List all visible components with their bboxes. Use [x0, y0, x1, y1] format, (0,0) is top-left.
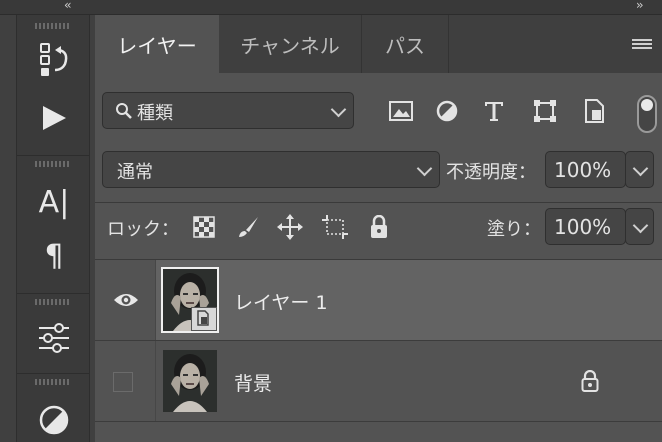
visibility-toggle[interactable]: [95, 260, 156, 340]
lock-artboard-icon[interactable]: [322, 214, 348, 240]
type-filter-icon[interactable]: [481, 98, 507, 124]
rail-divider: [17, 293, 89, 294]
tab-layers[interactable]: レイヤー: [95, 15, 219, 73]
fill-label: 塗り：: [487, 219, 541, 240]
chevron-down-icon: [632, 160, 649, 177]
row-divider: [95, 421, 662, 422]
tool-rail: A| ¶: [16, 15, 90, 442]
layer-row[interactable]: レイヤー 1: [95, 260, 662, 340]
panel-menu-icon[interactable]: [632, 39, 652, 51]
rail-grip[interactable]: [35, 379, 71, 385]
layer-thumbnail[interactable]: [161, 267, 219, 333]
fill-input[interactable]: 100%: [545, 208, 626, 245]
lock-transparent-icon[interactable]: [191, 214, 217, 240]
layer-name[interactable]: 背景: [234, 369, 272, 396]
filter-kind-label: 種類: [137, 103, 173, 124]
rail-divider: [17, 373, 89, 374]
visibility-checkbox[interactable]: [113, 372, 133, 392]
shape-filter-icon[interactable]: [532, 98, 558, 124]
rail-grip[interactable]: [35, 23, 71, 29]
tab-channels[interactable]: チャンネル: [219, 15, 362, 73]
layer-lock-icon[interactable]: [581, 370, 599, 392]
opacity-input[interactable]: 100%: [545, 151, 626, 188]
chevron-down-icon: [330, 101, 347, 118]
opacity-label: 不透明度：: [446, 162, 536, 183]
blend-mode-dropdown[interactable]: 通常: [102, 151, 440, 188]
filter-toggle[interactable]: [637, 95, 657, 133]
character-icon[interactable]: A|: [35, 183, 73, 221]
lock-image-icon[interactable]: [235, 214, 261, 240]
paragraph-icon[interactable]: ¶: [35, 237, 73, 275]
chevron-down-icon: [416, 160, 433, 177]
eye-icon: [114, 294, 138, 306]
visibility-toggle[interactable]: [95, 341, 156, 421]
adjustment-layer-icon[interactable]: [35, 401, 73, 439]
play-icon[interactable]: [35, 99, 73, 137]
collapse-right-icon[interactable]: ››: [636, 0, 643, 12]
opacity-dropdown-button[interactable]: [625, 151, 654, 188]
adjustments-icon[interactable]: [35, 319, 73, 357]
lock-all-icon[interactable]: [366, 214, 392, 240]
smart-object-badge-icon: [191, 307, 217, 331]
lock-position-icon[interactable]: [277, 214, 303, 240]
row-divider: [95, 202, 662, 203]
blend-mode-value: 通常: [117, 162, 153, 183]
rail-divider: [17, 155, 89, 156]
panel-tab-bar: レイヤー チャンネル パス: [95, 15, 662, 73]
layers-panel: レイヤー チャンネル パス 種類 通常 不透明度： 100% ロック： 塗り： …: [95, 15, 662, 442]
chevron-down-icon: [632, 217, 649, 234]
filter-kind-dropdown[interactable]: 種類: [102, 92, 354, 129]
tab-paths[interactable]: パス: [362, 15, 449, 73]
collapse-left-icon[interactable]: ‹‹: [64, 0, 71, 12]
layer-thumbnail[interactable]: [163, 350, 217, 412]
layer-row[interactable]: 背景: [95, 341, 662, 421]
layer-name[interactable]: レイヤー 1: [234, 288, 328, 315]
image-filter-icon[interactable]: [388, 98, 414, 124]
smart-object-filter-icon[interactable]: [581, 98, 607, 124]
fill-value: 100%: [554, 215, 612, 239]
opacity-value: 100%: [554, 158, 612, 182]
fill-dropdown-button[interactable]: [625, 208, 654, 245]
rail-grip[interactable]: [35, 299, 71, 305]
panel-collapse-bar: ‹‹ ››: [0, 0, 662, 15]
rail-grip[interactable]: [35, 161, 71, 167]
history-icon[interactable]: [35, 41, 73, 79]
adjustment-filter-icon[interactable]: [434, 98, 460, 124]
lock-label: ロック：: [107, 219, 179, 240]
search-icon: [116, 103, 132, 119]
